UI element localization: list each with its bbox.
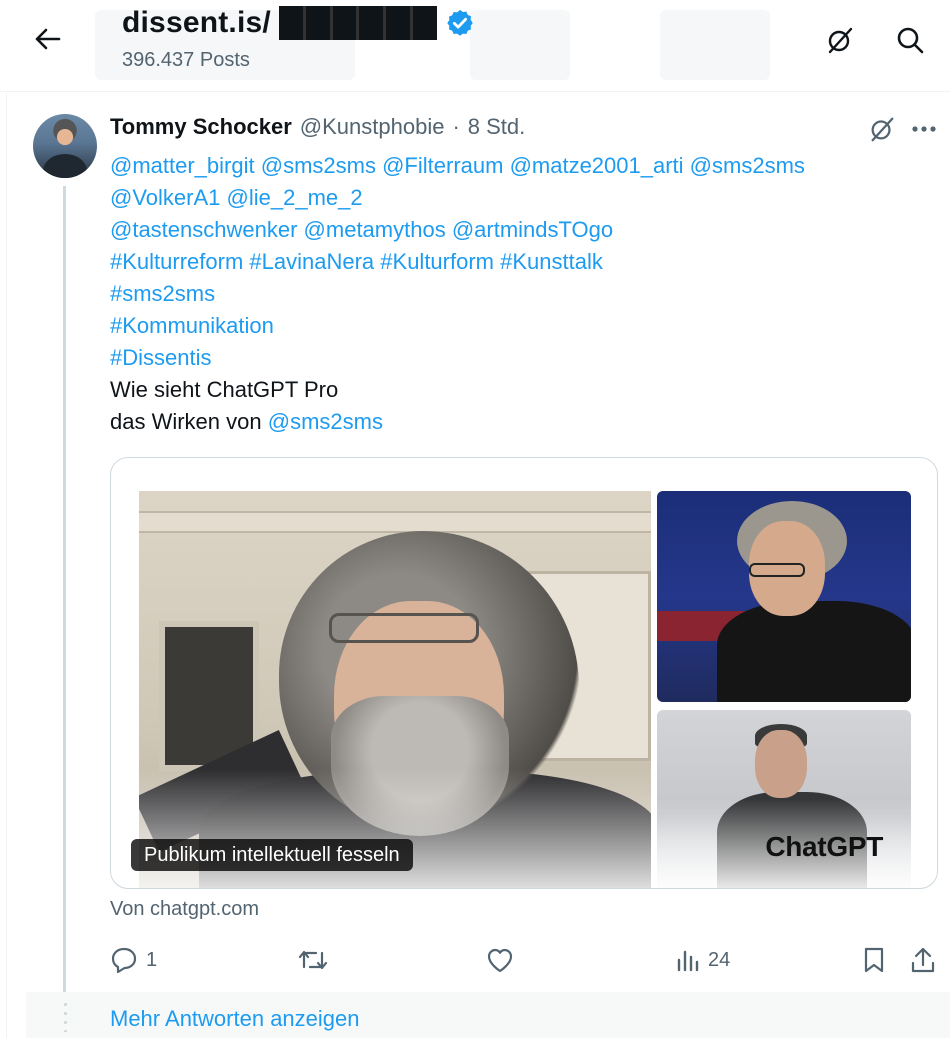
author-display-name[interactable]: Tommy Schocker	[110, 114, 292, 140]
reply-button[interactable]: 1	[110, 942, 157, 978]
hashtag-link[interactable]: #Dissentis	[110, 345, 211, 370]
search-button[interactable]	[890, 22, 930, 58]
grok-button[interactable]	[820, 22, 860, 58]
back-button[interactable]	[26, 22, 70, 56]
tweet-text-line: @matter_birgit @sms2sms @Filterraum @mat…	[110, 150, 910, 182]
mention-link[interactable]: @Filterraum	[382, 153, 503, 178]
header-banner-ghost	[470, 10, 570, 80]
mention-link[interactable]: @matter_birgit	[110, 153, 255, 178]
tweet-actions-bar: 1 24	[110, 942, 940, 978]
tweet-text-segment: Wie sieht ChatGPT Pro	[110, 377, 339, 402]
tweet-timestamp[interactable]: 8 Std.	[468, 114, 525, 140]
tweet-text-segment: das Wirken von	[110, 409, 268, 434]
mention-link[interactable]: @artmindsTOgo	[452, 217, 613, 242]
repost-icon	[298, 950, 328, 970]
tweet-text-line: #Kulturreform #LavinaNera #Kulturform #K…	[110, 246, 910, 278]
mention-link[interactable]: @sms2sms	[261, 153, 376, 178]
mention-link[interactable]: @metamythos	[304, 217, 446, 242]
meta-separator: ·	[452, 114, 460, 139]
redacted-name-block	[278, 6, 437, 40]
header-banner-ghost	[660, 10, 770, 80]
thread-line	[63, 186, 66, 996]
reply-icon	[111, 947, 137, 974]
mention-link[interactable]: @sms2sms	[690, 153, 805, 178]
views-icon	[677, 950, 699, 972]
link-card[interactable]: ChatGPT Publikum intellektuell fesseln	[110, 457, 938, 889]
mention-link[interactable]: @lie_2_me_2	[227, 185, 363, 210]
more-dots-icon	[912, 126, 936, 132]
mention-link[interactable]: @matze2001_arti	[510, 153, 684, 178]
card-title-badge[interactable]: Publikum intellektuell fesseln	[131, 839, 413, 871]
profile-title: dissent.is/	[122, 6, 271, 39]
thread-dots	[64, 1000, 67, 1032]
bookmark-icon	[864, 947, 884, 973]
repost-button[interactable]	[298, 942, 328, 978]
bookmark-button[interactable]	[862, 942, 886, 978]
more-replies-row[interactable]: Mehr Antworten anzeigen	[26, 992, 950, 1038]
hashtag-link[interactable]: #Kulturreform	[110, 249, 243, 274]
post-count: 396.437 Posts	[122, 49, 250, 71]
card-source[interactable]: Von chatgpt.com	[110, 898, 259, 921]
mention-link[interactable]: @sms2sms	[268, 409, 383, 434]
chatgpt-brand-label: ChatGPT	[765, 831, 883, 862]
tweet-text-line: @VolkerA1 @lie_2_me_2	[110, 182, 910, 214]
tweet-author-row: Tommy Schocker @Kunstphobie · 8 Std.	[110, 114, 525, 140]
card-top-right-image	[657, 491, 911, 702]
card-bottom-right-image: ChatGPT	[657, 710, 911, 888]
tweet-text: @matter_birgit @sms2sms @Filterraum @mat…	[110, 150, 910, 438]
profile-title-row: dissent.is/	[122, 6, 475, 40]
author-handle[interactable]: @Kunstphobie	[300, 114, 445, 140]
more-replies-link[interactable]: Mehr Antworten anzeigen	[110, 1006, 360, 1032]
verified-badge-icon	[447, 9, 473, 36]
tweet-grok-button[interactable]	[866, 113, 898, 145]
views-count: 24	[708, 948, 731, 971]
profile-header: dissent.is/ 396.437 Posts	[0, 0, 950, 92]
tweet-text-line: Wie sieht ChatGPT Pro	[110, 374, 910, 406]
like-button[interactable]	[486, 942, 514, 978]
hashtag-link[interactable]: #Kunsttalk	[500, 249, 603, 274]
tweet-text-line: das Wirken von @sms2sms	[110, 406, 910, 438]
back-arrow-icon	[35, 28, 61, 50]
share-icon	[911, 947, 935, 973]
like-icon	[487, 948, 513, 973]
hashtag-link[interactable]: #sms2sms	[110, 281, 215, 306]
mention-link[interactable]: @VolkerA1	[110, 185, 220, 210]
views-button[interactable]: 24	[676, 942, 730, 978]
reply-count: 1	[146, 948, 158, 971]
grok-slash-icon	[871, 117, 894, 142]
hashtag-link[interactable]: #Kommunikation	[110, 313, 274, 338]
tweet-more-button[interactable]	[908, 113, 940, 145]
tweet-text-line: #sms2sms	[110, 278, 910, 310]
hashtag-link[interactable]: #Kulturform	[380, 249, 494, 274]
grok-slash-icon	[828, 27, 853, 54]
mention-link[interactable]: @tastenschwenker	[110, 217, 297, 242]
hashtag-link[interactable]: #LavinaNera	[249, 249, 374, 274]
card-main-image	[139, 491, 651, 888]
tweet-text-line: @tastenschwenker @metamythos @artmindsTO…	[110, 214, 910, 246]
tweet-text-line: #Dissentis	[110, 342, 910, 374]
avatar[interactable]	[33, 114, 97, 178]
share-button[interactable]	[910, 942, 936, 978]
tweet-text-line: #Kommunikation	[110, 310, 910, 342]
search-icon	[897, 27, 924, 54]
